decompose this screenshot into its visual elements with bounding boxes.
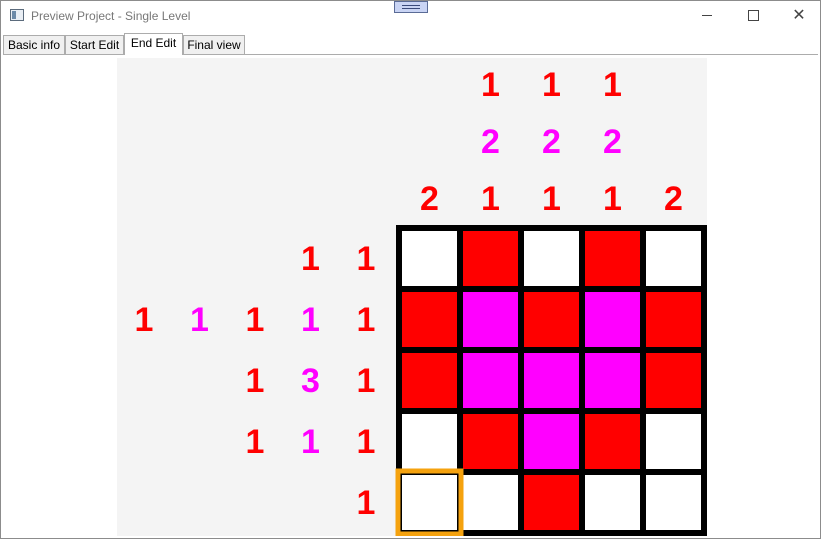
- row-clue-r2-1: 3: [301, 361, 320, 400]
- grid-cell-r4-c0[interactable]: [402, 475, 457, 530]
- grid-cell-r2-c2[interactable]: [524, 353, 579, 408]
- column-clue-c1-1: 2: [481, 123, 500, 161]
- row-clue-r1-0: 1: [134, 300, 154, 339]
- grid-line-horizontal: [396, 347, 707, 353]
- row-clue-r4-0: 1: [356, 483, 376, 522]
- column-clue-c3-1: 2: [603, 123, 622, 161]
- grid-cell-r1-c4[interactable]: [646, 292, 701, 347]
- row-clue-r2-2: 1: [356, 361, 376, 400]
- row-clue-r3-1: 1: [301, 422, 320, 461]
- grid-line-horizontal: [396, 225, 707, 231]
- row-clue-r3-0: 1: [245, 422, 265, 461]
- row-clue-r2-0: 1: [245, 361, 265, 400]
- column-clue-c2-2: 1: [542, 180, 561, 218]
- row-clue-r1-3: 1: [301, 300, 320, 339]
- row-clue-r1-4: 1: [356, 300, 376, 339]
- grid-cell-r4-c3[interactable]: [585, 475, 640, 530]
- grid-cell-r3-c3[interactable]: [585, 414, 640, 469]
- minimize-button[interactable]: [684, 1, 730, 31]
- column-clue-c1-0: 1: [481, 66, 500, 104]
- tab-start-edit[interactable]: Start Edit: [65, 35, 124, 54]
- column-clue-c3-0: 1: [603, 66, 622, 104]
- grid-cell-r4-c1[interactable]: [463, 475, 518, 530]
- grid-cell-r1-c3[interactable]: [585, 292, 640, 347]
- grid-cell-r3-c4[interactable]: [646, 414, 701, 469]
- column-clue-c0-0: 2: [420, 180, 439, 218]
- column-clue-c2-1: 2: [542, 123, 561, 161]
- window-title: Preview Project - Single Level: [31, 9, 191, 23]
- close-button[interactable]: ✕: [776, 1, 821, 31]
- grid-cell-r3-c2[interactable]: [524, 414, 579, 469]
- grid-line-horizontal: [396, 408, 707, 414]
- grid-cell-r0-c0[interactable]: [402, 231, 457, 286]
- grid-line-vertical: [579, 225, 585, 536]
- grid-cell-r0-c1[interactable]: [463, 231, 518, 286]
- grid-cell-r2-c4[interactable]: [646, 353, 701, 408]
- column-clue-c2-0: 1: [542, 66, 561, 104]
- grid-cell-r1-c2[interactable]: [524, 292, 579, 347]
- maximize-icon: [747, 10, 759, 22]
- grid-line-vertical: [518, 225, 524, 536]
- row-clue-r1-1: 1: [190, 300, 209, 339]
- maximize-button[interactable]: [730, 1, 776, 31]
- app-window: Preview Project - Single Level ✕ Basic i…: [0, 0, 821, 539]
- grid-line-vertical: [640, 225, 646, 536]
- column-clue-c4-0: 2: [664, 180, 683, 218]
- grid-cell-r2-c0[interactable]: [402, 353, 457, 408]
- row-clue-r1-2: 1: [245, 300, 265, 339]
- row-clue-r0-0: 1: [301, 239, 320, 278]
- grid-cell-r0-c2[interactable]: [524, 231, 579, 286]
- row-clue-r3-2: 1: [356, 422, 376, 461]
- app-window-icon: [10, 9, 24, 21]
- title-bar[interactable]: Preview Project - Single Level ✕: [1, 1, 820, 32]
- close-icon: ✕: [792, 7, 806, 24]
- grid-cell-r3-c0[interactable]: [402, 414, 457, 469]
- grid-line-horizontal: [396, 286, 707, 292]
- grid-cell-r0-c4[interactable]: [646, 231, 701, 286]
- tab-end-edit[interactable]: End Edit: [124, 33, 183, 55]
- grid-cell-r4-c2[interactable]: [524, 475, 579, 530]
- grid-cell-r2-c1[interactable]: [463, 353, 518, 408]
- tab-final-view[interactable]: Final view: [183, 35, 245, 54]
- drag-handle-icon[interactable]: [394, 1, 428, 13]
- row-clue-r0-1: 1: [356, 239, 376, 278]
- grid-cell-r3-c1[interactable]: [463, 414, 518, 469]
- column-clue-c3-2: 1: [603, 180, 622, 218]
- grid-cell-r4-c4[interactable]: [646, 475, 701, 530]
- nonogram-board: 2121121121211111111311111: [117, 58, 707, 536]
- grid-cell-r1-c1[interactable]: [463, 292, 518, 347]
- grid-line-vertical: [701, 225, 707, 536]
- grid-cell-r1-c0[interactable]: [402, 292, 457, 347]
- grid-cell-r0-c3[interactable]: [585, 231, 640, 286]
- column-clue-c1-2: 1: [481, 180, 500, 218]
- grid-cell-r2-c3[interactable]: [585, 353, 640, 408]
- tab-basic-info[interactable]: Basic info: [3, 35, 65, 54]
- minimize-icon: [702, 15, 712, 17]
